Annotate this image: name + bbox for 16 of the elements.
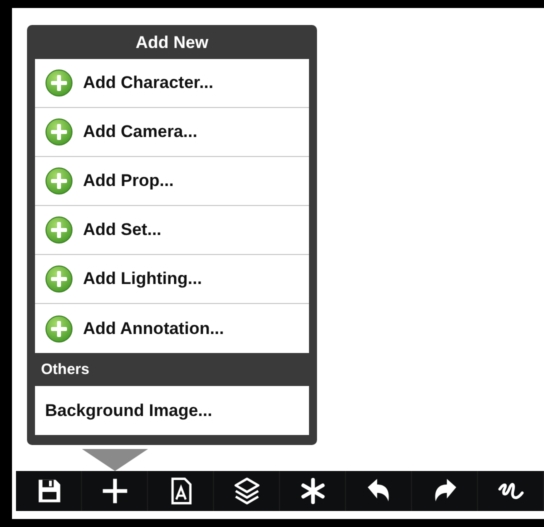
add-icon: [45, 216, 73, 244]
menu-item[interactable]: Background Image...: [35, 386, 309, 435]
menu-item[interactable]: Add Set...: [35, 206, 309, 255]
add-icon: [45, 265, 73, 293]
add-icon: [45, 118, 73, 146]
menu-item[interactable]: Add Camera...: [35, 108, 309, 157]
menu-item[interactable]: Add Character...: [35, 59, 309, 108]
popover-title: Add New: [134, 32, 210, 54]
menu-item[interactable]: Add Lighting...: [35, 255, 309, 304]
add-icon: [45, 314, 73, 342]
menu-item[interactable]: Add Annotation...: [35, 304, 309, 353]
menu-item[interactable]: Add Prop...: [35, 157, 309, 206]
add-icon: [45, 167, 73, 195]
add-icon: [45, 69, 73, 97]
layers-icon: [232, 476, 262, 506]
section-heading: Others: [40, 360, 90, 380]
